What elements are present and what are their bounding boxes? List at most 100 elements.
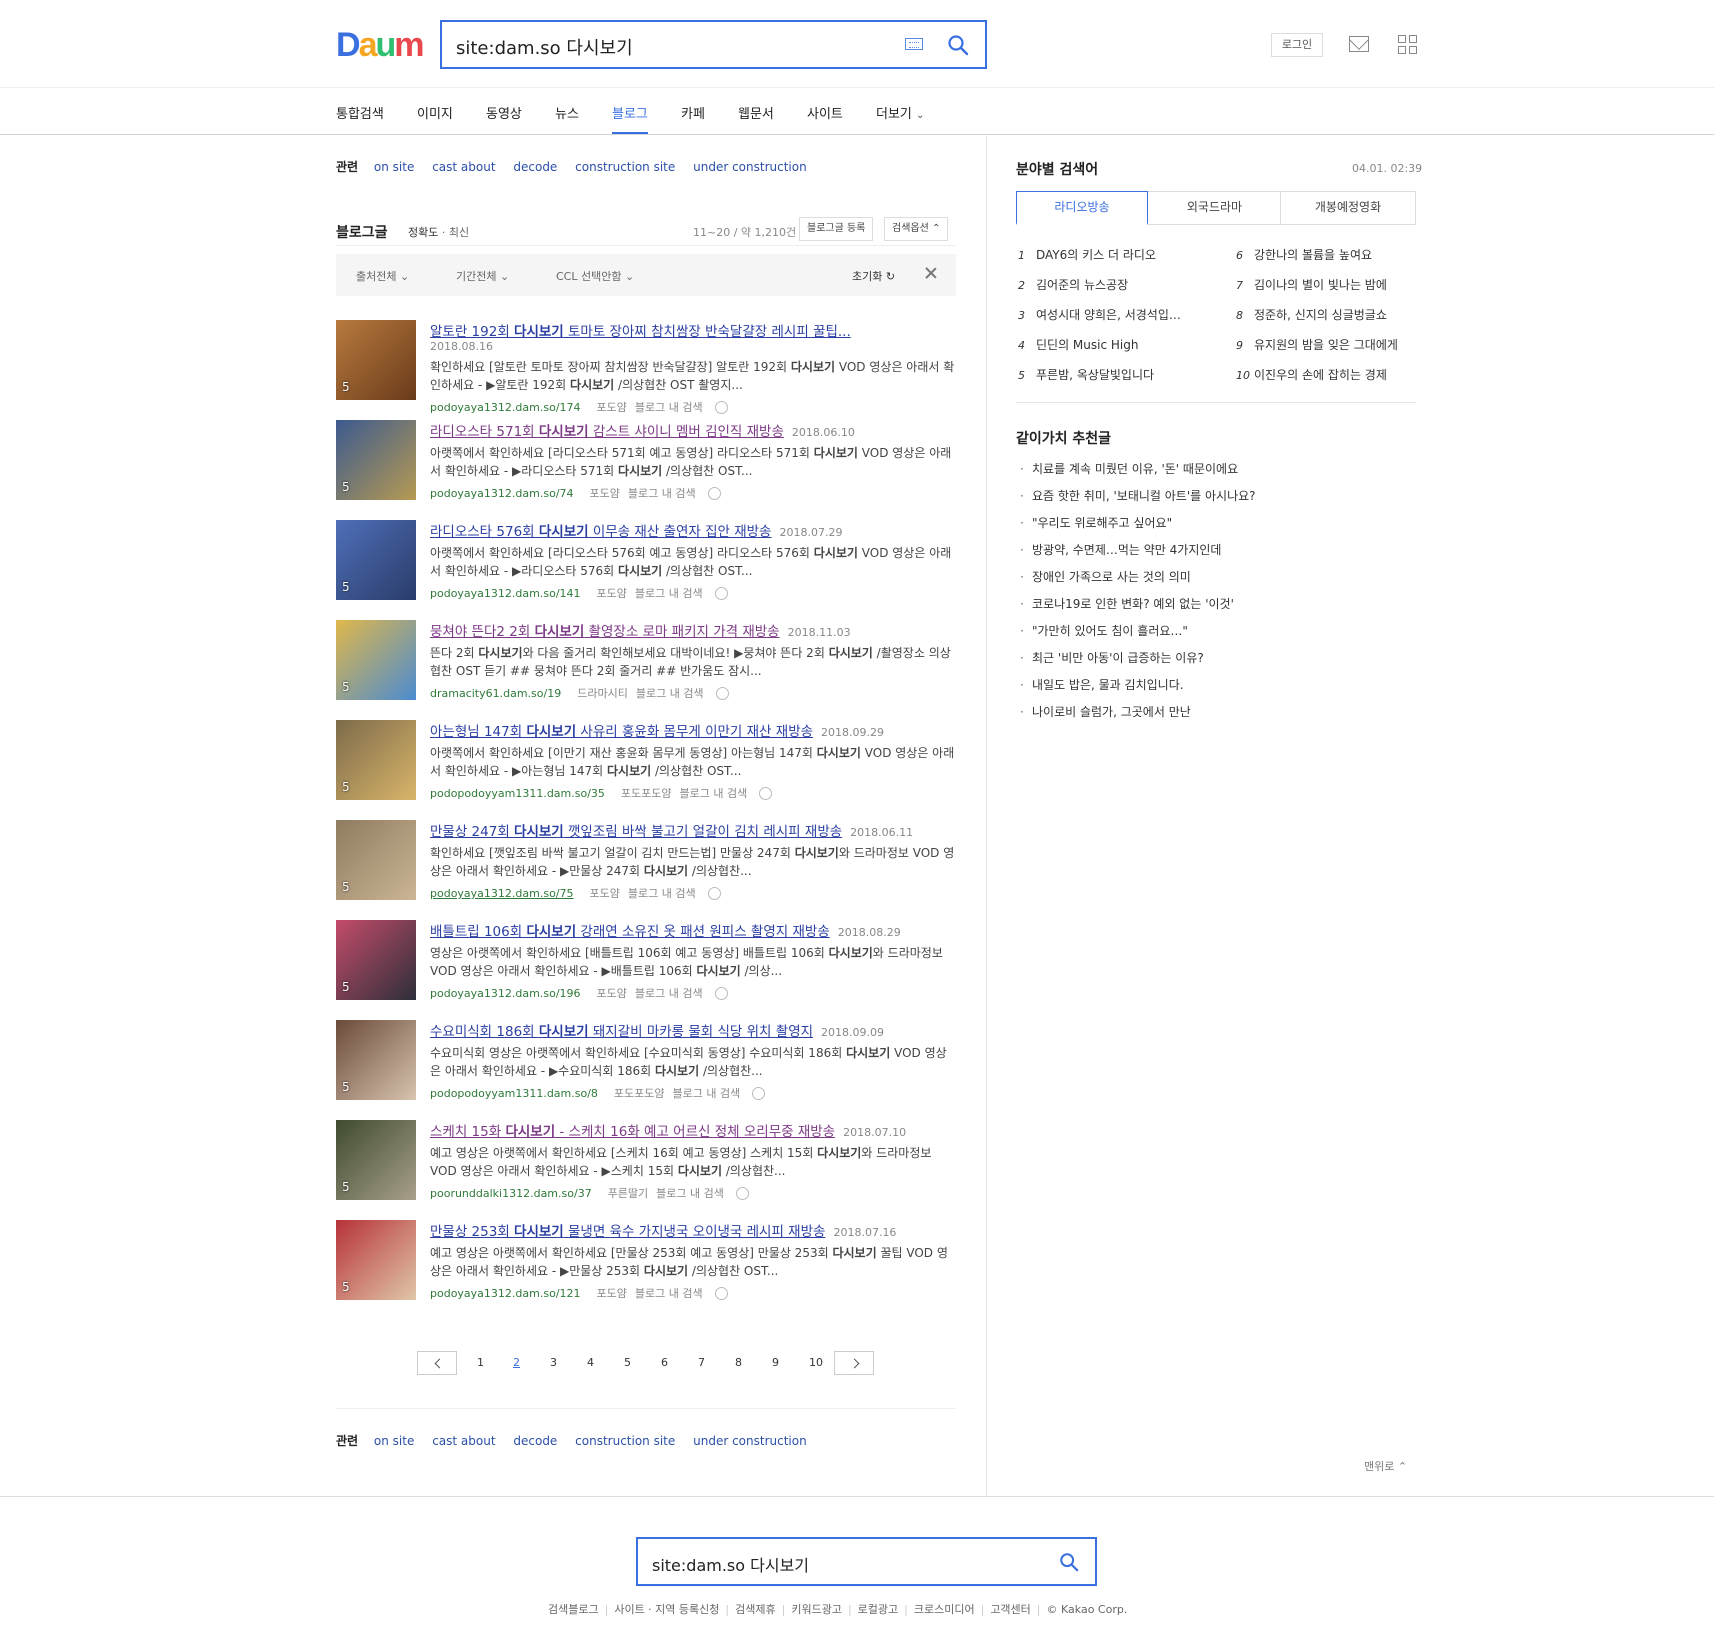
result-title[interactable]: 배틀트립 106회 다시보기 강래연 소유진 옷 패션 원피스 촬영지 재방송 2… — [430, 920, 901, 940]
related-term[interactable]: under construction — [693, 1434, 807, 1448]
page-link[interactable]: 8 — [735, 1356, 742, 1369]
result-url[interactable]: podopodoyyam1311.dam.so/8 — [430, 1087, 598, 1100]
page-link[interactable]: 10 — [809, 1356, 823, 1369]
result-thumbnail[interactable]: 5 — [336, 620, 416, 700]
page-link[interactable]: 2 — [513, 1356, 520, 1369]
info-icon[interactable] — [714, 986, 728, 1000]
ranking-item[interactable]: 2 김어준의 뉴스공장 — [1018, 276, 1128, 293]
blog-name-link[interactable]: 포도얌 — [597, 987, 627, 1000]
filter-ccl[interactable]: CCL 선택안함 ⌄ — [556, 268, 634, 284]
ranking-item[interactable]: 4 딘딘의 Music High — [1018, 336, 1138, 353]
result-title[interactable]: 뭉쳐야 뜬다2 2회 다시보기 촬영장소 로마 패키지 가격 재방송 2018.1… — [430, 620, 851, 640]
ranking-item[interactable]: 3 여성시대 양희은, 서경석입… — [1018, 306, 1181, 323]
blog-name-link[interactable]: 포도얌 — [590, 887, 620, 900]
tab-image[interactable]: 이미지 — [417, 103, 453, 122]
result-title[interactable]: 수요미식회 186회 다시보기 돼지갈비 마카롱 물회 식당 위치 촬영지 201… — [430, 1020, 884, 1040]
result-thumbnail[interactable]: 5 — [336, 820, 416, 900]
info-icon[interactable] — [707, 486, 721, 500]
result-url[interactable]: podoyaya1312.dam.so/121 — [430, 1287, 581, 1300]
footer-search-query[interactable]: site:dam.so 다시보기 — [652, 1552, 809, 1576]
recommend-item[interactable]: "가만히 있어도 침이 흘러요…" — [1020, 622, 1188, 639]
result-thumbnail[interactable]: 5 — [336, 1020, 416, 1100]
result-thumbnail[interactable]: 5 — [336, 1120, 416, 1200]
blog-register-button[interactable]: 블로그글 등록 — [799, 217, 874, 241]
result-title[interactable]: 만물상 253회 다시보기 물냉면 육수 가지냉국 오이냉국 레시피 재방송 20… — [430, 1220, 896, 1240]
daum-logo[interactable]: Daum — [336, 28, 425, 62]
blog-name-link[interactable]: 푸른딸기 — [608, 1187, 648, 1200]
search-in-blog-link[interactable]: 블로그 내 검색 — [656, 1187, 724, 1200]
tab-webdoc[interactable]: 웹문서 — [738, 103, 774, 122]
result-title[interactable]: 알토란 192회 다시보기 토마토 장아찌 참치쌈장 반숙달걀장 레시피 꿀팁.… — [430, 320, 851, 340]
related-term[interactable]: on site — [374, 160, 414, 174]
tab-site[interactable]: 사이트 — [807, 103, 843, 122]
page-link[interactable]: 3 — [550, 1356, 557, 1369]
tab-integrated[interactable]: 통합검색 — [336, 103, 384, 122]
page-link[interactable]: 6 — [661, 1356, 668, 1369]
search-in-blog-link[interactable]: 블로그 내 검색 — [635, 987, 703, 1000]
search-options-button[interactable]: 검색옵션 ⌃ — [884, 217, 949, 241]
filter-source[interactable]: 출처전체 ⌄ — [356, 268, 409, 284]
filter-period[interactable]: 기간전체 ⌄ — [456, 268, 509, 284]
search-in-blog-link[interactable]: 블로그 내 검색 — [628, 487, 696, 500]
result-url[interactable]: podoyaya1312.dam.so/74 — [430, 487, 574, 500]
result-title[interactable]: 아는형님 147회 다시보기 사유리 홍윤화 몸무게 이만기 재산 재방송 201… — [430, 720, 884, 740]
tab-video[interactable]: 동영상 — [486, 103, 522, 122]
recommend-item[interactable]: 최근 '비만 아동'이 급증하는 이유? — [1020, 649, 1204, 666]
search-in-blog-link[interactable]: 블로그 내 검색 — [680, 787, 748, 800]
related-term[interactable]: cast about — [432, 160, 495, 174]
page-link[interactable]: 4 — [587, 1356, 594, 1369]
result-url[interactable]: podopodoyyam1311.dam.so/35 — [430, 787, 605, 800]
mail-icon[interactable] — [1349, 36, 1369, 52]
page-link[interactable]: 7 — [698, 1356, 705, 1369]
blog-name-link[interactable]: 포도얌 — [597, 1287, 627, 1300]
recommend-item[interactable]: 요즘 핫한 취미, '보태니컬 아트'를 아시나요? — [1020, 487, 1256, 504]
result-title[interactable]: 라디오스타 576회 다시보기 이무송 재산 출연자 집안 재방송 2018.07… — [430, 520, 842, 540]
sort-accuracy[interactable]: 정확도 — [408, 226, 438, 239]
result-url[interactable]: podoyaya1312.dam.so/174 — [430, 401, 581, 414]
result-title[interactable]: 만물상 247회 다시보기 깻잎조림 바싹 불고기 얼갈이 김치 레시피 재방송… — [430, 820, 913, 840]
footer-link[interactable]: 고객센터 — [990, 1603, 1030, 1616]
page-link[interactable]: 9 — [772, 1356, 779, 1369]
recommend-item[interactable]: 나이로비 슬럼가, 그곳에서 만난 — [1020, 703, 1191, 720]
blog-name-link[interactable]: 드라마시티 — [577, 687, 628, 700]
related-term[interactable]: cast about — [432, 1434, 495, 1448]
ranking-item[interactable]: 5 푸른밤, 옥상달빛입니다 — [1018, 366, 1154, 383]
related-term[interactable]: under construction — [693, 160, 807, 174]
back-to-top-link[interactable]: 맨위로 ⌃ — [1364, 1458, 1407, 1474]
search-in-blog-link[interactable]: 블로그 내 검색 — [635, 587, 703, 600]
ranking-item[interactable]: 10 이진우의 손에 잡히는 경제 — [1236, 366, 1387, 383]
footer-link[interactable]: 로컬광고 — [858, 1603, 898, 1616]
search-input[interactable]: site:dam.so 다시보기 — [440, 20, 987, 69]
page-link[interactable]: 5 — [624, 1356, 631, 1369]
footer-link[interactable]: 검색제휴 — [735, 1603, 775, 1616]
info-icon[interactable] — [759, 786, 773, 800]
search-in-blog-link[interactable]: 블로그 내 검색 — [636, 687, 704, 700]
related-term[interactable]: decode — [513, 1434, 557, 1448]
related-term[interactable]: on site — [374, 1434, 414, 1448]
tab-cafe[interactable]: 카페 — [681, 103, 705, 122]
info-icon[interactable] — [714, 586, 728, 600]
result-title[interactable]: 스케치 15화 다시보기 - 스케치 16화 예고 어르신 정체 오리무중 재방… — [430, 1120, 906, 1140]
sort-recent[interactable]: 최신 — [449, 226, 469, 239]
close-icon[interactable] — [924, 266, 938, 280]
result-url[interactable]: podoyaya1312.dam.so/196 — [430, 987, 581, 1000]
recommend-item[interactable]: 내일도 밥은, 물과 김치입니다. — [1020, 676, 1184, 693]
result-url[interactable]: poorunddalki1312.dam.so/37 — [430, 1187, 592, 1200]
info-icon[interactable] — [715, 686, 729, 700]
search-in-blog-link[interactable]: 블로그 내 검색 — [673, 1087, 741, 1100]
result-thumbnail[interactable]: 5 — [336, 320, 416, 400]
related-term[interactable]: construction site — [575, 160, 675, 174]
result-url[interactable]: podoyaya1312.dam.so/141 — [430, 587, 581, 600]
tab-more[interactable]: 더보기 ⌄ — [876, 103, 924, 122]
apps-grid-icon[interactable] — [1398, 35, 1417, 54]
result-thumbnail[interactable]: 5 — [336, 1220, 416, 1300]
search-in-blog-link[interactable]: 블로그 내 검색 — [635, 1287, 703, 1300]
ranking-tab[interactable]: 개봉예정영화 — [1282, 192, 1414, 224]
search-query[interactable]: site:dam.so 다시보기 — [456, 34, 633, 60]
footer-link[interactable]: 사이트 · 지역 등록신청 — [614, 1603, 719, 1616]
result-url[interactable]: podoyaya1312.dam.so/75 — [430, 887, 574, 900]
footer-search-input[interactable]: site:dam.so 다시보기 — [636, 1537, 1097, 1586]
search-in-blog-link[interactable]: 블로그 내 검색 — [628, 887, 696, 900]
footer-link[interactable]: 키워드광고 — [791, 1603, 842, 1616]
footer-link[interactable]: 크로스미디어 — [914, 1603, 975, 1616]
